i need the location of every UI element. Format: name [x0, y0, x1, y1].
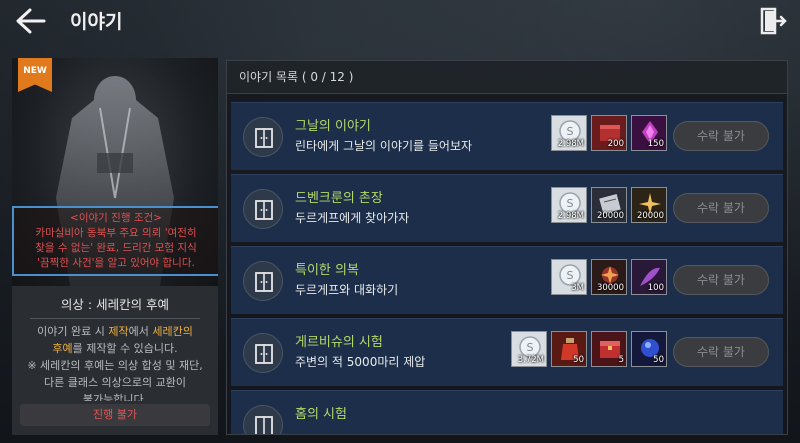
svg-text:S: S — [527, 341, 534, 354]
reward-list: S 2.98M 200 150 — [551, 115, 667, 153]
story-list-header: 이야기 목록 ( 0 / 12 ) — [227, 61, 787, 94]
blue-gem-icon[interactable]: 50 — [631, 331, 667, 367]
accept-button[interactable]: 수락 불가 — [673, 193, 769, 223]
potion-icon[interactable]: 50 — [551, 331, 587, 367]
desc-note: ※ 세레칸의 후예는 의상 합성 및 재단, — [27, 359, 203, 372]
svg-text:S: S — [567, 269, 574, 282]
wardrobe-icon — [243, 189, 283, 229]
desc-highlight: 제작 — [108, 325, 129, 338]
story-description: 주변의 적 5000마리 제압 — [295, 355, 426, 369]
condition-line: 카마실비아 동북부 주요 의뢰 '여전히 — [35, 227, 197, 239]
progress-button[interactable]: 진행 불가 — [20, 404, 210, 426]
silver-coin-icon[interactable]: S 2.98M — [551, 187, 587, 223]
reward-amount: 50 — [573, 355, 584, 365]
svg-text:S: S — [567, 125, 574, 138]
desc-note: 다른 클래스 의상으로의 교환이 — [43, 376, 187, 389]
story-description: 두르게프에게 찾아가자 — [295, 211, 410, 225]
costume-description: 이야기 완료 시 제작에서 세레칸의 후예를 제작할 수 있습니다. ※ 세레칸… — [12, 323, 218, 401]
top-bar: 이야기 — [0, 0, 800, 46]
sparkle-icon[interactable]: 30000 — [591, 259, 627, 295]
red-crate-icon[interactable]: 200 — [591, 115, 627, 151]
reward-amount: 50 — [653, 355, 664, 365]
silver-coin-icon[interactable]: S 3.72M — [511, 331, 547, 367]
wardrobe-icon — [243, 405, 283, 434]
story-title: 홈의 시험 — [295, 407, 347, 422]
wardrobe-icon — [243, 333, 283, 373]
story-title: 드벤크룬의 촌장 — [295, 191, 383, 206]
reward-amount: 20000 — [636, 211, 664, 221]
story-row[interactable]: 홈의 시험 — [231, 390, 783, 434]
story-row[interactable]: 그날의 이야기 린타에게 그날의 이야기를 들어보자 S 2.98M 200 1… — [231, 102, 783, 170]
condition-heading: <이야기 진행 조건> — [70, 212, 162, 224]
condition-line: '끔찍한 사건'을 알고 있어야 합니다. — [37, 257, 195, 269]
story-title: 게르비슈의 시험 — [295, 335, 383, 350]
reward-list: S 3M 30000 100 — [551, 259, 667, 297]
story-title: 특이한 의복 — [295, 263, 359, 278]
reward-amount: 30000 — [596, 283, 624, 293]
desc-text: 에서 — [128, 325, 153, 338]
costume-detail-panel: NEW <이야기 진행 조건> 카마실비아 동북부 주요 의뢰 '여전히 찾을 … — [12, 58, 218, 435]
desc-highlight: 세레칸의 — [152, 325, 193, 338]
divider — [30, 318, 200, 319]
accept-button[interactable]: 수락 불가 — [673, 121, 769, 151]
desc-text: 를 제작할 수 있습니다. — [72, 342, 178, 355]
reward-amount: 5 — [618, 355, 624, 365]
story-row[interactable]: 특이한 의복 두르게프와 대화하기 S 3M 30000 100 수락 불가 — [231, 246, 783, 314]
reward-amount: 150 — [647, 139, 664, 149]
reward-amount: 3M — [571, 283, 584, 293]
reward-amount: 100 — [647, 283, 664, 293]
desc-note: 불가능합니다. — [82, 393, 148, 401]
reward-list: S 3.72M 50 5 50 — [511, 331, 667, 369]
exit-door-icon[interactable] — [758, 6, 788, 36]
reward-list: S 2.98M 20000 20000 — [551, 187, 667, 225]
accept-button[interactable]: 수락 불가 — [673, 265, 769, 295]
red-chest-icon[interactable]: 5 — [591, 331, 627, 367]
wardrobe-icon — [243, 117, 283, 157]
feather-icon[interactable]: 100 — [631, 259, 667, 295]
story-list-panel: 이야기 목록 ( 0 / 12 ) 그날의 이야기 린타에게 그날의 이야기를 … — [226, 60, 788, 435]
story-row[interactable]: 게르비슈의 시험 주변의 적 5000마리 제압 S 3.72M 50 5 50… — [231, 318, 783, 386]
reward-amount: 2.98M — [557, 139, 584, 149]
story-title: 그날의 이야기 — [295, 119, 371, 134]
desc-highlight: 후예 — [52, 342, 73, 355]
reward-amount: 2.98M — [557, 211, 584, 221]
reward-amount: 20000 — [596, 211, 624, 221]
reward-amount: 200 — [607, 139, 624, 149]
back-arrow-icon[interactable] — [14, 6, 48, 36]
accept-button[interactable]: 수락 불가 — [673, 337, 769, 367]
story-description: 린타에게 그날의 이야기를 들어보자 — [295, 139, 473, 153]
wardrobe-icon — [243, 261, 283, 301]
story-description: 두르게프와 대화하기 — [295, 283, 399, 297]
scroll-icon[interactable]: 20000 — [591, 187, 627, 223]
story-condition-box: <이야기 진행 조건> 카마실비아 동북부 주요 의뢰 '여전히 찾을 수 없는… — [12, 206, 218, 276]
page-title: 이야기 — [70, 11, 123, 33]
costume-description-panel: 의상 : 세레칸의 후예 이야기 완료 시 제작에서 세레칸의 후예를 제작할 … — [12, 286, 218, 435]
reward-amount: 3.72M — [517, 355, 544, 365]
purple-crystal-icon[interactable]: 150 — [631, 115, 667, 151]
sparkle-icon[interactable]: 20000 — [631, 187, 667, 223]
story-row[interactable]: 드벤크룬의 촌장 두르게프에게 찾아가자 S 2.98M 20000 20000… — [231, 174, 783, 242]
svg-text:S: S — [567, 197, 574, 210]
condition-line: 찾을 수 없는' 완료, 드리간 모험 지식 — [35, 242, 197, 254]
costume-name: 의상 : 세레칸의 후예 — [60, 297, 170, 312]
desc-text: 이야기 완료 시 — [37, 325, 109, 338]
silver-coin-icon[interactable]: S 3M — [551, 259, 587, 295]
costume-preview-image: NEW <이야기 진행 조건> 카마실비아 동북부 주요 의뢰 '여전히 찾을 … — [12, 58, 218, 286]
silver-coin-icon[interactable]: S 2.98M — [551, 115, 587, 151]
